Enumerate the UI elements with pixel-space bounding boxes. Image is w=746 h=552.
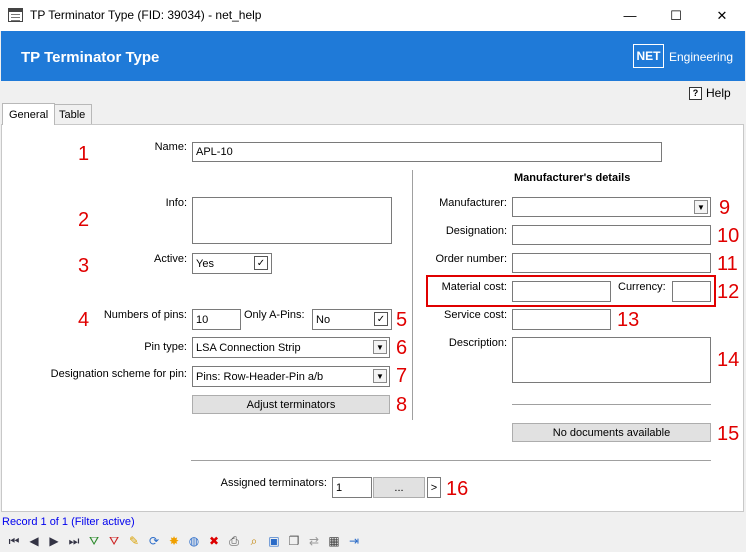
- scheme-label: Designation scheme for pin:: [50, 368, 187, 380]
- currency-label: Currency:: [618, 281, 666, 293]
- annotation-13: 13: [617, 309, 640, 331]
- currency-input[interactable]: [672, 281, 711, 302]
- assigned-terminators-count: 1: [332, 477, 372, 498]
- active-field[interactable]: Yes ✓: [192, 253, 272, 274]
- description-divider: [512, 404, 711, 405]
- print-icon[interactable]: ⎙: [224, 532, 244, 550]
- annotation-11: 11: [717, 253, 738, 275]
- active-label: Active:: [153, 253, 187, 265]
- page-title: TP Terminator Type: [21, 49, 160, 66]
- help-link[interactable]: ? Help: [689, 86, 731, 100]
- name-input[interactable]: APL-10: [192, 142, 662, 162]
- refresh-icon[interactable]: ⟳: [144, 532, 164, 550]
- maximize-button[interactable]: ☐: [653, 0, 699, 31]
- close-button[interactable]: ✕: [699, 0, 745, 31]
- manufacturer-select[interactable]: ▼: [512, 197, 711, 217]
- first-record-icon[interactable]: ⏮: [4, 532, 24, 550]
- delete-icon[interactable]: ✖: [204, 532, 224, 550]
- annotation-9: 9: [719, 197, 731, 219]
- new-record-icon[interactable]: ✸: [164, 532, 184, 550]
- order-number-input[interactable]: [512, 253, 711, 273]
- chevron-down-icon[interactable]: ▼: [373, 369, 387, 383]
- only-a-pins-field[interactable]: No ✓: [312, 309, 392, 330]
- annotation-6: 6: [396, 337, 408, 359]
- pin-type-select[interactable]: LSA Connection Strip ▼: [192, 337, 390, 358]
- record-toolbar: ⏮ ◀ ▶ ⏭ ⛛ ⛛ ✎ ⟳ ✸ ◍ ✖ ⎙ ⌕ ▣ ❐ ⇄ ▦ ⇥: [0, 530, 746, 552]
- order-number-label: Order number:: [435, 253, 507, 265]
- window-title: TP Terminator Type (FID: 39034) - net_he…: [30, 8, 262, 22]
- active-checkbox[interactable]: ✓: [254, 256, 268, 270]
- documents-button[interactable]: No documents available: [512, 423, 711, 442]
- info-textarea[interactable]: [192, 197, 392, 244]
- info-label: Info:: [165, 197, 187, 209]
- next-record-icon[interactable]: ▶: [44, 532, 64, 550]
- manufacturer-label: Manufacturer:: [439, 197, 507, 209]
- annotation-10: 10: [717, 225, 740, 247]
- description-textarea[interactable]: [512, 337, 711, 383]
- app-icon: [8, 8, 23, 22]
- edit-icon[interactable]: ✎: [124, 532, 144, 550]
- brand-text: Engineering: [669, 50, 734, 64]
- assigned-terminators-browse-button[interactable]: ...: [373, 477, 425, 498]
- tab-table[interactable]: Table: [52, 104, 93, 124]
- material-cost-input[interactable]: [512, 281, 611, 302]
- annotation-3: 3: [78, 255, 90, 277]
- pin-type-value: LSA Connection Strip: [196, 341, 301, 354]
- help-icon: ?: [689, 86, 702, 100]
- adjust-terminators-button[interactable]: Adjust terminators: [192, 395, 390, 414]
- only-a-pins-label: Only A-Pins:: [244, 309, 305, 321]
- exit-icon[interactable]: ⇥: [344, 532, 364, 550]
- annotation-2: 2: [78, 209, 90, 231]
- zoom-icon[interactable]: ⌕: [244, 532, 264, 550]
- annotation-14: 14: [717, 349, 740, 371]
- pin-type-label: Pin type:: [144, 341, 187, 353]
- material-cost-label: Material cost:: [441, 281, 507, 293]
- annotation-7: 7: [396, 365, 408, 387]
- section-divider: [191, 460, 711, 461]
- select-icon[interactable]: ▣: [264, 532, 284, 550]
- annotation-15: 15: [717, 423, 740, 445]
- minimize-button[interactable]: —: [607, 0, 653, 31]
- only-a-pins-value: No: [316, 313, 331, 326]
- pins-input[interactable]: 10: [192, 309, 241, 330]
- designation-label: Designation:: [445, 225, 507, 237]
- only-a-pins-checkbox[interactable]: ✓: [374, 312, 388, 326]
- annotation-1: 1: [78, 143, 90, 165]
- chevron-down-icon[interactable]: ▼: [373, 340, 387, 354]
- last-record-icon[interactable]: ⏭: [64, 532, 84, 550]
- tab-general[interactable]: General: [2, 103, 56, 125]
- globe-icon[interactable]: ◍: [184, 532, 204, 550]
- manufacturer-heading: Manufacturer's details: [514, 172, 631, 184]
- assigned-terminators-label: Assigned terminators:: [220, 477, 327, 489]
- remove-filter-icon[interactable]: ⛛: [104, 532, 124, 550]
- copy-icon[interactable]: ❐: [284, 532, 304, 550]
- table-edit-icon[interactable]: ▦: [324, 532, 344, 550]
- previous-record-icon[interactable]: ◀: [24, 532, 44, 550]
- help-label: Help: [706, 86, 731, 100]
- scheme-select[interactable]: Pins: Row-Header-Pin a/b ▼: [192, 366, 390, 387]
- service-cost-label: Service cost:: [444, 309, 507, 321]
- description-label: Description:: [448, 337, 507, 349]
- name-label: Name:: [154, 141, 187, 153]
- move-icon[interactable]: ⇄: [304, 532, 324, 550]
- designation-input[interactable]: [512, 225, 711, 245]
- annotation-16: 16: [446, 478, 469, 500]
- annotation-12: 12: [717, 281, 740, 303]
- service-cost-input[interactable]: [512, 309, 611, 330]
- annotation-8: 8: [396, 394, 408, 416]
- annotation-4: 4: [78, 309, 90, 331]
- add-filter-icon[interactable]: ⛛: [84, 532, 104, 550]
- record-status: Record 1 of 1 (Filter active): [2, 516, 135, 528]
- column-divider: [412, 170, 413, 420]
- active-value: Yes: [196, 257, 214, 270]
- chevron-down-icon[interactable]: ▼: [694, 200, 708, 214]
- net-logo: NET: [633, 44, 664, 68]
- assigned-terminators-next-button[interactable]: >: [427, 477, 441, 498]
- scheme-value: Pins: Row-Header-Pin a/b: [196, 370, 324, 383]
- annotation-5: 5: [396, 309, 408, 331]
